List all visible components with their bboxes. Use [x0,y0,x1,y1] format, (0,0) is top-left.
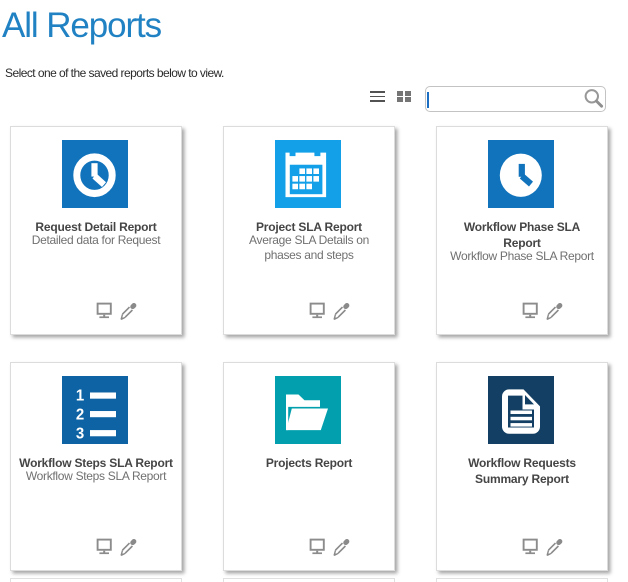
svg-text:1: 1 [76,387,85,404]
svg-text:3: 3 [76,425,84,442]
svg-text:2: 2 [76,406,84,423]
